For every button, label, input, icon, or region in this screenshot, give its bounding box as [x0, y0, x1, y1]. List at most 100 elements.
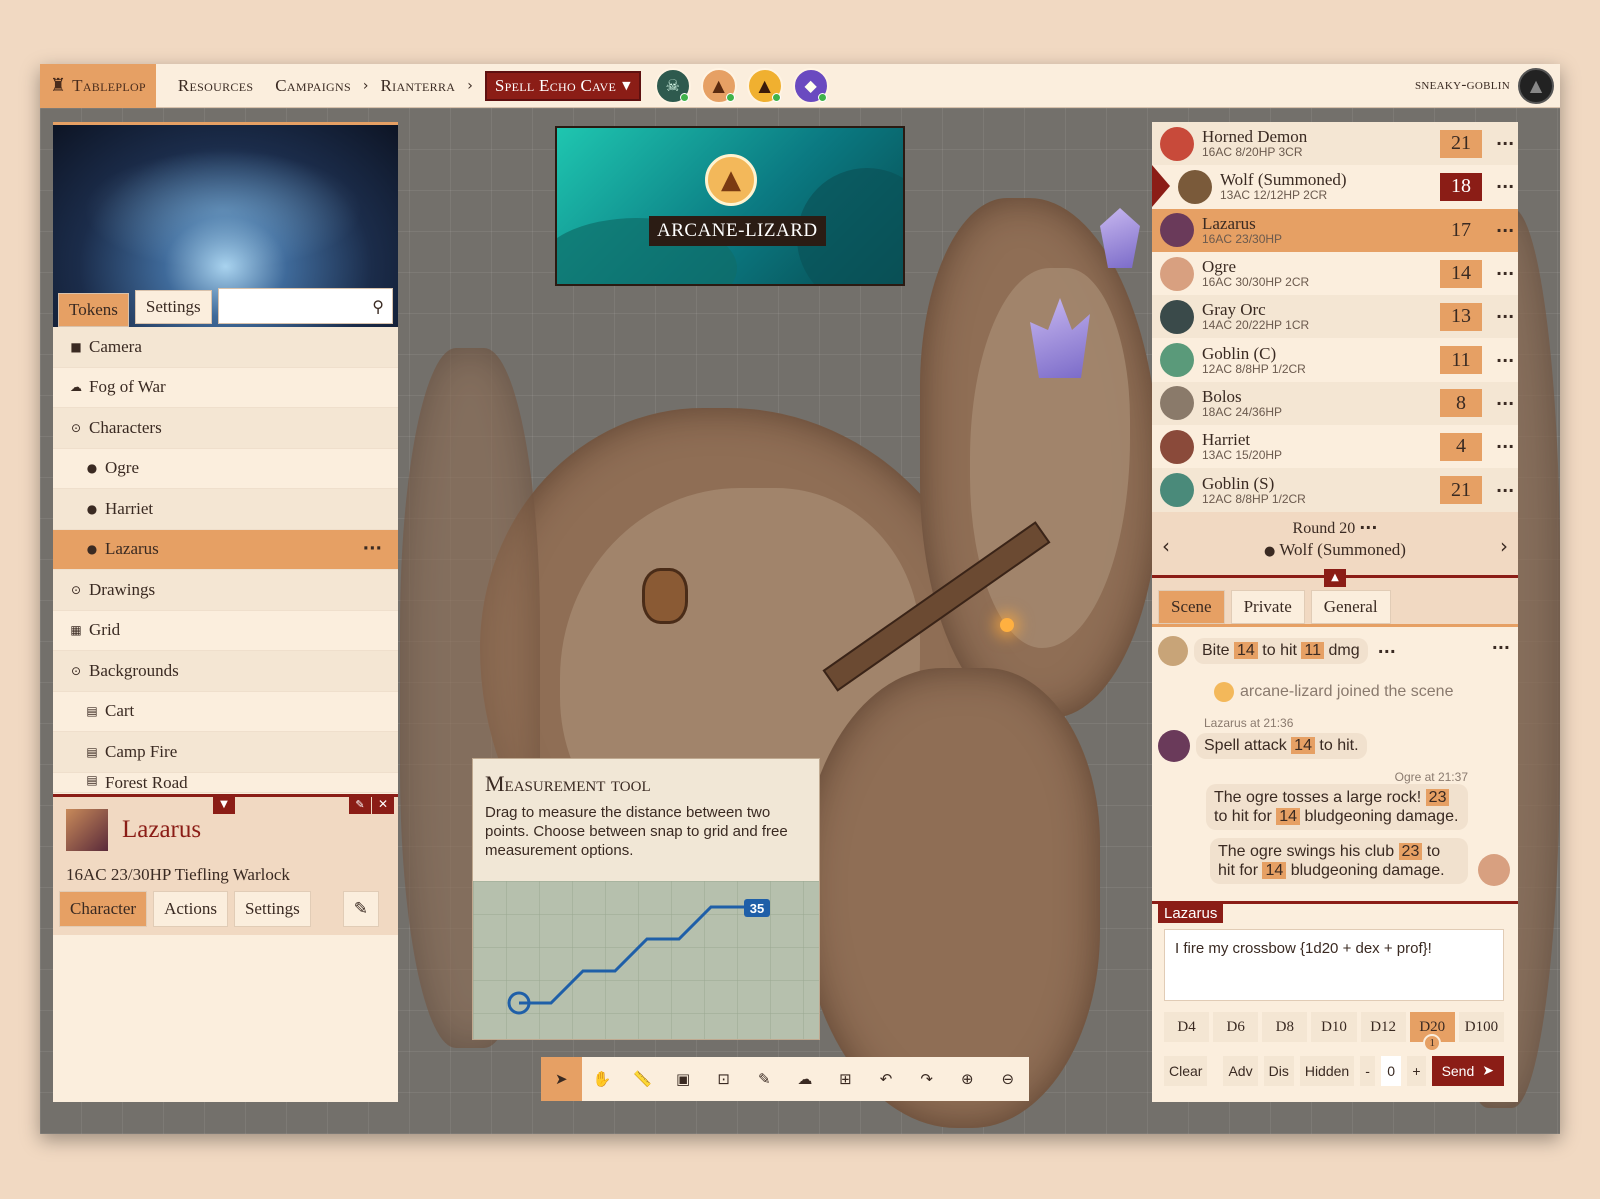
chat-input[interactable]: I fire my crossbow {1d20 + dex + prof}!: [1164, 929, 1504, 1001]
collapse-chevron-icon[interactable]: ▼: [213, 794, 235, 814]
tab-general[interactable]: General: [1310, 589, 1391, 624]
more-options-icon[interactable]: ···: [1496, 307, 1514, 326]
roll-result[interactable]: 14: [1262, 862, 1287, 879]
tree-item-camera[interactable]: ■ Camera: [53, 327, 398, 368]
nav-campaigns[interactable]: Campaigns: [275, 76, 351, 96]
advantage-button[interactable]: Adv: [1223, 1056, 1258, 1086]
tree-item-characters[interactable]: ⊙ Characters: [53, 408, 398, 449]
tree-item-backgrounds[interactable]: ⊙ Backgrounds: [53, 651, 398, 692]
dice-d100-button[interactable]: D100: [1458, 1012, 1504, 1042]
tree-item-harriet[interactable]: ● Harriet: [53, 489, 398, 530]
fog-icon[interactable]: ☁: [785, 1057, 826, 1101]
ruler-icon[interactable]: 📏: [622, 1057, 663, 1101]
initiative-row[interactable]: Goblin (S) 12AC 8/8HP 1/2CR 21 ···: [1152, 468, 1518, 512]
select-tool-icon[interactable]: ➤: [541, 1057, 582, 1101]
screenshot-icon[interactable]: ⊞: [825, 1057, 866, 1101]
roll-result[interactable]: 23: [1398, 843, 1423, 860]
undo-icon[interactable]: ↶: [866, 1057, 907, 1101]
initiative-score[interactable]: 4: [1440, 432, 1482, 461]
player-avatar[interactable]: ▲: [746, 67, 783, 104]
modifier-input[interactable]: 0: [1380, 1056, 1402, 1086]
brush-icon[interactable]: ✎: [744, 1057, 785, 1101]
tree-item-fog-of-war[interactable]: ☁ Fog of War: [53, 368, 398, 408]
tree-item-grid[interactable]: ▦ Grid: [53, 611, 398, 651]
tab-actions[interactable]: Actions: [153, 891, 228, 927]
nav-resources[interactable]: Resources: [178, 76, 253, 96]
previous-turn-icon[interactable]: ‹: [1162, 534, 1170, 558]
player-avatar[interactable]: ▲: [700, 67, 737, 104]
more-options-icon[interactable]: ···: [1496, 437, 1514, 456]
tree-item-forest-road[interactable]: ▤ Forest Road: [53, 773, 398, 793]
next-turn-icon[interactable]: ›: [1500, 534, 1508, 558]
tree-item-camp-fire[interactable]: ▤ Camp Fire: [53, 732, 398, 773]
add-image-icon[interactable]: ▣: [663, 1057, 704, 1101]
dice-d12-button[interactable]: D12: [1360, 1012, 1406, 1042]
player-avatar[interactable]: ◆: [792, 67, 829, 104]
initiative-score[interactable]: 14: [1440, 259, 1482, 288]
clear-button[interactable]: Clear: [1164, 1056, 1208, 1086]
initiative-row[interactable]: Bolos 18AC 24/36HP 8 ···: [1152, 381, 1518, 426]
message-options-icon[interactable]: ···: [1378, 642, 1396, 661]
initiative-score[interactable]: 13: [1440, 302, 1482, 331]
tab-character[interactable]: Character: [59, 891, 148, 927]
initiative-row[interactable]: Gray Orc 14AC 20/22HP 1CR 13 ···: [1152, 295, 1518, 339]
initiative-score[interactable]: 21: [1440, 476, 1482, 505]
tree-item-lazarus[interactable]: ● Lazarus ···: [53, 529, 398, 570]
initiative-score[interactable]: 8: [1440, 389, 1482, 418]
nav-campaign-rianterra[interactable]: Rianterra: [381, 76, 456, 96]
send-button[interactable]: Send ➤: [1431, 1056, 1504, 1086]
more-options-icon[interactable]: ···: [1496, 394, 1514, 413]
user-menu[interactable]: sneaky-goblin ▲: [1415, 67, 1560, 104]
modifier-increment-button[interactable]: +: [1407, 1056, 1426, 1086]
more-options-icon[interactable]: ···: [1496, 481, 1514, 500]
tab-tokens[interactable]: Tokens: [58, 293, 129, 327]
zoom-in-icon[interactable]: ⊕: [947, 1057, 988, 1101]
initiative-row[interactable]: Ogre 16AC 30/30HP 2CR 14 ···: [1152, 252, 1518, 295]
pan-hand-icon[interactable]: ✋: [582, 1057, 623, 1101]
text-tool-icon[interactable]: ⊡: [703, 1057, 744, 1101]
hidden-roll-button[interactable]: Hidden: [1299, 1056, 1355, 1086]
tree-item-drawings[interactable]: ⊙ Drawings: [53, 570, 398, 611]
tree-item-cart[interactable]: ▤ Cart: [53, 692, 398, 732]
chat-options-icon[interactable]: ···: [1492, 638, 1510, 657]
collapse-tracker-icon[interactable]: ▲: [1324, 568, 1346, 587]
dice-d20-button[interactable]: D20 1: [1409, 1012, 1455, 1052]
more-options-icon[interactable]: ···: [1496, 134, 1514, 153]
initiative-row[interactable]: Wolf (Summoned) 13AC 12/12HP 2CR 18 ···: [1152, 165, 1518, 208]
more-options-icon[interactable]: ···: [1359, 518, 1377, 537]
roll-result[interactable]: 14: [1276, 808, 1301, 825]
redo-icon[interactable]: ↷: [906, 1057, 947, 1101]
speaker-name[interactable]: Lazarus: [1158, 904, 1224, 923]
initiative-row[interactable]: Lazarus 16AC 23/30HP 17 ···: [1152, 208, 1518, 252]
close-icon[interactable]: ✕: [372, 794, 394, 814]
roll-result[interactable]: 23: [1425, 789, 1450, 806]
roll-result[interactable]: 11: [1301, 642, 1325, 659]
user-avatar[interactable]: ▲: [1518, 67, 1554, 104]
more-options-icon[interactable]: ···: [1496, 351, 1514, 370]
more-options-icon[interactable]: ···: [1496, 177, 1514, 196]
dice-d10-button[interactable]: D10: [1311, 1012, 1357, 1042]
edit-icon[interactable]: ✎: [342, 891, 379, 927]
search-input[interactable]: ⚲: [217, 288, 393, 324]
initiative-row[interactable]: Harriet 13AC 15/20HP 4 ···: [1152, 425, 1518, 468]
initiative-score[interactable]: 11: [1440, 346, 1482, 375]
initiative-row[interactable]: Horned Demon 16AC 8/20HP 3CR 21 ···: [1152, 122, 1518, 166]
more-options-icon[interactable]: ···: [1496, 221, 1514, 240]
pin-icon[interactable]: ✎: [349, 794, 371, 814]
modifier-decrement-button[interactable]: -: [1360, 1056, 1375, 1086]
tab-scene[interactable]: Scene: [1158, 589, 1225, 624]
scene-select[interactable]: Spell Echo Cave ▼: [484, 70, 641, 101]
brand[interactable]: ♜ Tableplop: [40, 64, 156, 108]
initiative-score[interactable]: 21: [1440, 129, 1482, 158]
zoom-out-icon[interactable]: ⊖: [988, 1057, 1029, 1101]
roll-result[interactable]: 14: [1234, 642, 1258, 659]
initiative-row[interactable]: Goblin (C) 12AC 8/8HP 1/2CR 11 ···: [1152, 338, 1518, 381]
more-options-icon[interactable]: ···: [363, 539, 382, 559]
tree-item-ogre[interactable]: ● Ogre: [53, 449, 398, 489]
more-options-icon[interactable]: ···: [1496, 264, 1514, 283]
player-avatar[interactable]: ☠: [654, 67, 691, 104]
initiative-score[interactable]: 17: [1440, 216, 1482, 245]
roll-result[interactable]: 14: [1291, 737, 1315, 754]
dice-d8-button[interactable]: D8: [1262, 1012, 1308, 1042]
disadvantage-button[interactable]: Dis: [1263, 1056, 1294, 1086]
